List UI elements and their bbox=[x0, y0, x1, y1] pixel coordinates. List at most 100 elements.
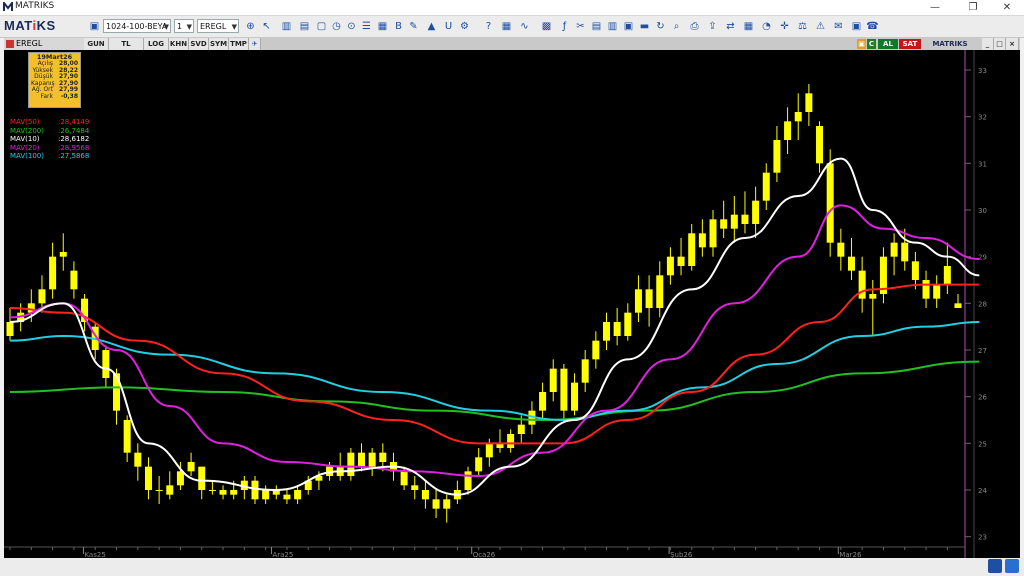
twitter-icon[interactable]: ✈ bbox=[249, 38, 261, 50]
bold-icon[interactable]: B bbox=[392, 20, 405, 33]
clock-icon[interactable]: ◷ bbox=[330, 20, 343, 33]
y-tick-label: 32 bbox=[978, 114, 987, 122]
y-tick-label: 27 bbox=[978, 347, 987, 355]
close-button[interactable]: ✕ bbox=[990, 0, 1024, 15]
tab-tmp[interactable]: TMP bbox=[229, 38, 249, 50]
tab-tl[interactable]: TL bbox=[109, 38, 144, 50]
pattern-icon[interactable]: ▩ bbox=[540, 20, 553, 33]
close-chart-button[interactable]: × bbox=[1006, 38, 1019, 50]
candle-body bbox=[539, 392, 547, 411]
crosshair-icon[interactable]: ✛ bbox=[778, 20, 791, 33]
status-bar bbox=[0, 558, 1024, 576]
minimize-button[interactable]: — bbox=[918, 0, 952, 15]
help-icon[interactable]: ? bbox=[482, 20, 495, 33]
gear-icon[interactable]: ⚙ bbox=[458, 20, 471, 33]
tab-svd[interactable]: SVD bbox=[189, 38, 209, 50]
candle-body bbox=[762, 172, 770, 201]
candle-body bbox=[421, 490, 429, 500]
sell-button[interactable]: SAT bbox=[899, 39, 921, 49]
candle-body bbox=[837, 242, 845, 257]
minimize-chart-button[interactable]: _ bbox=[982, 38, 994, 50]
pin-icon[interactable]: ✎ bbox=[407, 20, 420, 33]
save-icon[interactable]: ▣ bbox=[88, 20, 101, 33]
tab-log[interactable]: LOG bbox=[144, 38, 169, 50]
stats-icon[interactable]: ▥ bbox=[606, 20, 619, 33]
candle-body bbox=[507, 434, 515, 448]
cursor-icon[interactable]: ↖ bbox=[260, 20, 273, 33]
search-icon[interactable]: ⌕ bbox=[670, 20, 683, 33]
table-icon[interactable]: ▦ bbox=[500, 20, 513, 33]
candle-body bbox=[688, 233, 696, 266]
tab-khn[interactable]: KHN bbox=[169, 38, 189, 50]
main-toolbar: MATiKS ▣ 1024-100-BEYA ▼ 1 ▼ EREGL ▼ ⊕ ↖ ▥ … bbox=[0, 16, 1024, 38]
folder-icon[interactable]: ▬ bbox=[638, 20, 651, 33]
candle-body bbox=[549, 368, 557, 392]
drawing-icon[interactable]: ⊙ bbox=[345, 20, 358, 33]
x-tick-label: Oca26 bbox=[473, 551, 496, 558]
template-select[interactable]: 1024-100-BEYA ▼ bbox=[103, 19, 171, 33]
symbol-select[interactable]: EREGL ▼ bbox=[197, 19, 239, 33]
scroll-left-icon[interactable] bbox=[988, 559, 1002, 573]
compare-icon[interactable]: ⇄ bbox=[724, 20, 737, 33]
y-tick-label: 23 bbox=[978, 534, 987, 542]
info-row: Fark -0,38 bbox=[29, 93, 80, 101]
candle-body bbox=[666, 256, 674, 276]
legend-label: MAV(10) bbox=[10, 135, 40, 143]
chart-header-bar: EREGL GUN TL LOG KHN SVD SYM TMP ✈ ▣ C A… bbox=[4, 38, 1020, 50]
x-tick-label: Ara25 bbox=[272, 551, 293, 558]
candle-body bbox=[6, 322, 14, 336]
chart-symbol-tab[interactable]: EREGL bbox=[4, 38, 84, 50]
print-icon[interactable]: ⎙ bbox=[688, 20, 701, 33]
wave-icon[interactable]: ∿ bbox=[518, 20, 531, 33]
layout-icon[interactable]: ▦ bbox=[742, 20, 755, 33]
chart-settings-icon[interactable]: ▣ bbox=[857, 39, 866, 49]
line-chart-icon[interactable]: ▤ bbox=[298, 20, 311, 33]
window-icon[interactable]: ▢ bbox=[315, 20, 328, 33]
phone-icon[interactable]: ☎ bbox=[866, 20, 879, 33]
zoom-icon[interactable]: ⊕ bbox=[244, 20, 257, 33]
close-chart-icon[interactable] bbox=[6, 40, 14, 48]
bar-chart-icon[interactable]: ▥ bbox=[280, 20, 293, 33]
candle-body bbox=[485, 443, 493, 458]
news-icon[interactable]: ▤ bbox=[590, 20, 603, 33]
scissors-icon[interactable]: ✂ bbox=[574, 20, 587, 33]
chart-brand: MATRIKS bbox=[924, 38, 976, 50]
legend-label: MAV(20) bbox=[10, 143, 40, 152]
candle-body bbox=[59, 252, 67, 257]
magnet-icon[interactable]: U bbox=[442, 20, 455, 33]
ma-line bbox=[9, 283, 980, 445]
alarm-icon[interactable]: ◔ bbox=[760, 20, 773, 33]
warning-icon[interactable]: ⚠ bbox=[814, 20, 827, 33]
scroll-right-icon[interactable] bbox=[1005, 559, 1019, 573]
candle-body bbox=[581, 359, 589, 383]
refresh-icon[interactable]: ↻ bbox=[654, 20, 667, 33]
book-icon[interactable]: ▣ bbox=[622, 20, 635, 33]
candle-body bbox=[730, 214, 738, 229]
tab-gun[interactable]: GUN bbox=[84, 38, 109, 50]
candle-body bbox=[123, 420, 131, 453]
calculator-icon[interactable]: ▣ bbox=[850, 20, 863, 33]
candle-body bbox=[794, 112, 802, 122]
export-icon[interactable]: ⇪ bbox=[706, 20, 719, 33]
candle-body bbox=[251, 480, 259, 500]
buy-button[interactable]: AL bbox=[878, 39, 898, 49]
list-icon[interactable]: ☰ bbox=[360, 20, 373, 33]
formula-icon[interactable]: ƒ bbox=[558, 20, 571, 33]
maximize-chart-button[interactable]: □ bbox=[994, 38, 1006, 50]
candle-body bbox=[475, 457, 483, 472]
candle-body bbox=[198, 466, 206, 490]
tab-sym[interactable]: SYM bbox=[209, 38, 229, 50]
period-select[interactable]: 1 ▼ bbox=[174, 19, 194, 33]
grid-icon[interactable]: ▦ bbox=[376, 20, 389, 33]
mail-icon[interactable]: ✉ bbox=[832, 20, 845, 33]
candle-body bbox=[858, 270, 866, 299]
up-arrow-icon[interactable]: ▲ bbox=[425, 20, 438, 33]
legend-value: :28,4149 bbox=[58, 118, 90, 126]
restore-button[interactable]: ❐ bbox=[956, 0, 990, 15]
price-chart[interactable]: 33 32 31 30 29 28 27 26 25 24 23 Kas25 Ara25 Oca26 Şub… bbox=[4, 50, 1020, 558]
legend-value: :28,9568 bbox=[58, 143, 90, 152]
candle-body bbox=[720, 219, 728, 229]
scale-icon[interactable]: ⚖ bbox=[796, 20, 809, 33]
y-tick-label: 25 bbox=[978, 440, 987, 448]
c-button[interactable]: C bbox=[867, 39, 876, 49]
